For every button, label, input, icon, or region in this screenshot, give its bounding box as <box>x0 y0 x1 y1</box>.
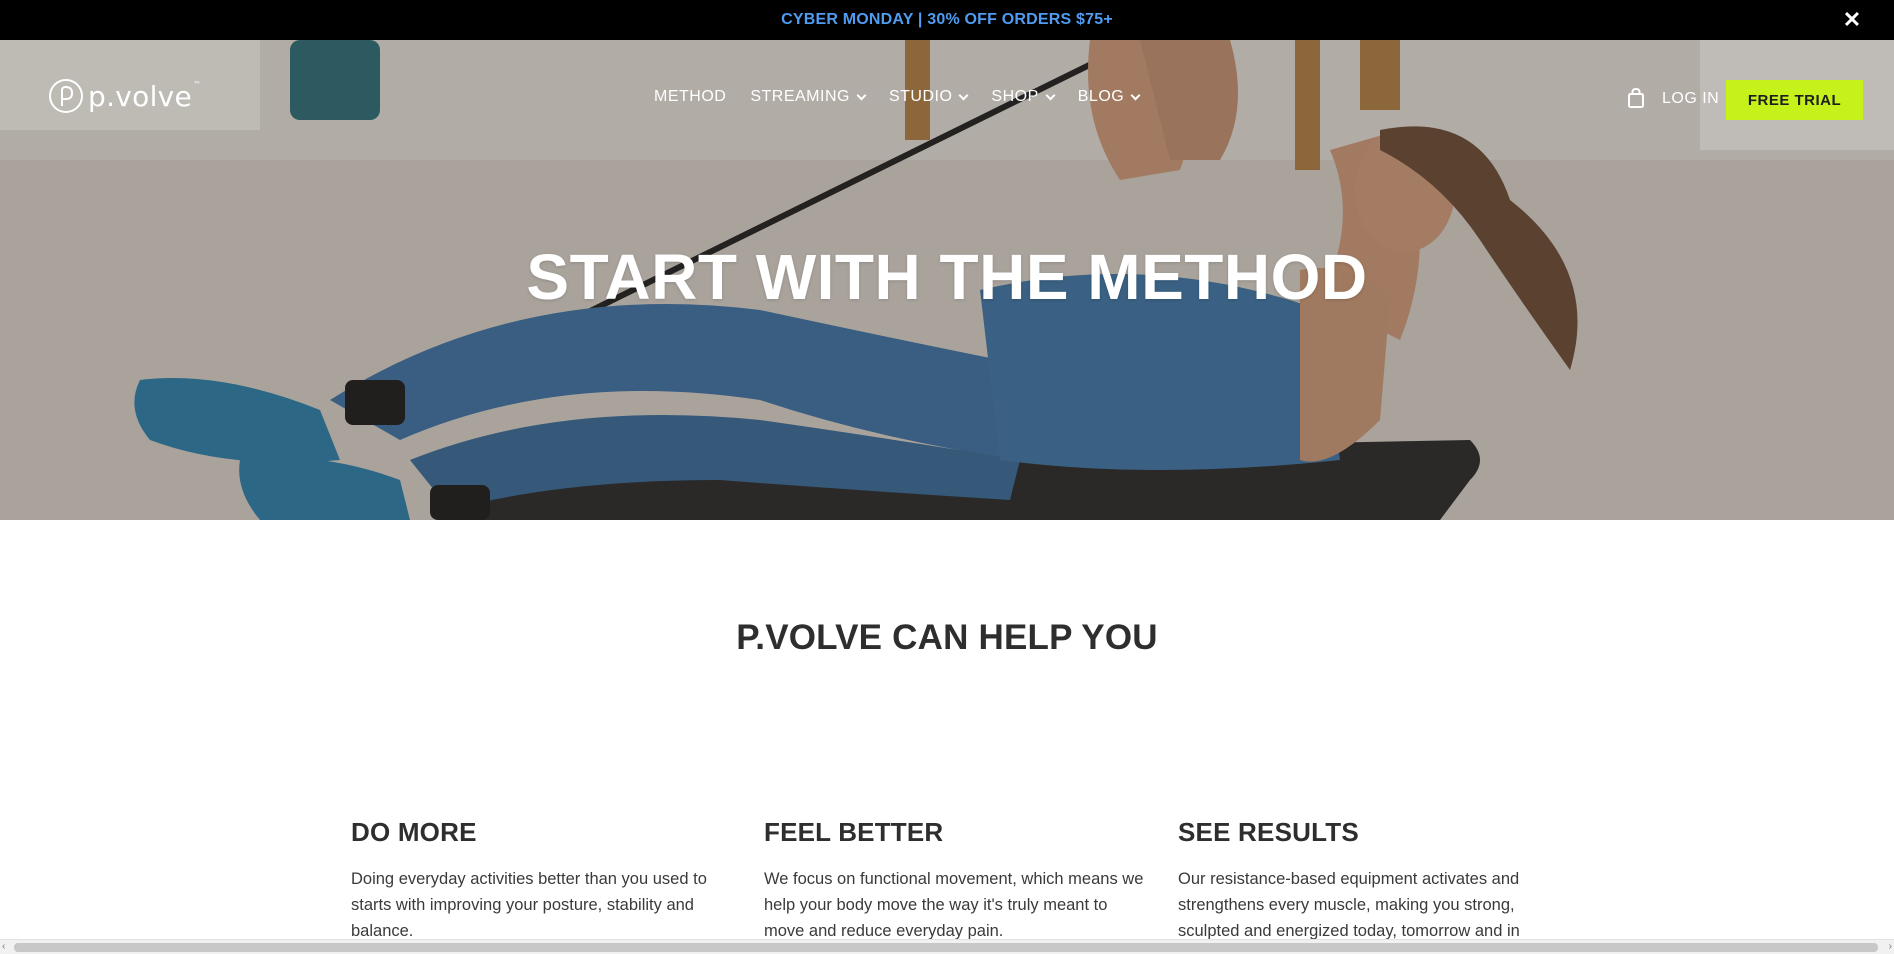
shopping-bag-icon[interactable] <box>1628 88 1644 108</box>
nav-studio[interactable]: STUDIO <box>888 88 969 106</box>
nav-blog-label: BLOG <box>1077 88 1125 105</box>
nav-shop[interactable]: SHOP <box>991 88 1056 106</box>
promo-bar: CYBER MONDAY | 30% OFF ORDERS $75+ ✕ <box>0 0 1894 40</box>
scroll-left-icon[interactable]: ‹ <box>2 942 12 952</box>
feature-heading: SEE RESULTS <box>1178 817 1359 847</box>
nav-streaming[interactable]: STREAMING <box>750 88 867 106</box>
feature-do-more: DO MORE Doing everyday activities better… <box>351 817 731 944</box>
chevron-down-icon <box>958 90 969 100</box>
feature-heading: DO MORE <box>351 817 477 847</box>
nav-method-label: METHOD <box>654 88 727 105</box>
hero-title: START WITH THE METHOD <box>526 241 1368 313</box>
chevron-down-icon <box>1045 90 1056 100</box>
chevron-down-icon <box>856 90 867 100</box>
login-link[interactable]: LOG IN <box>1662 90 1719 108</box>
main-nav: METHOD STREAMING STUDIO SHOP BLOG <box>654 88 1163 106</box>
feature-see-results: SEE RESULTS Our resistance-based equipme… <box>1178 817 1558 944</box>
nav-streaming-label: STREAMING <box>750 88 850 105</box>
promo-text[interactable]: CYBER MONDAY | 30% OFF ORDERS $75+ <box>781 11 1113 29</box>
feature-text: We focus on functional movement, which m… <box>764 870 1144 940</box>
scrollbar-thumb[interactable] <box>14 943 1878 952</box>
close-icon[interactable]: ✕ <box>1840 8 1864 32</box>
feature-text: Doing everyday activities better than yo… <box>351 870 707 940</box>
chevron-down-icon <box>1130 90 1141 100</box>
nav-blog[interactable]: BLOG <box>1077 88 1141 106</box>
feature-heading: FEEL BETTER <box>764 817 944 847</box>
free-trial-button[interactable]: FREE TRIAL <box>1726 80 1863 120</box>
feature-text: Our resistance-based equipment activates… <box>1178 870 1520 940</box>
nav-method[interactable]: METHOD <box>654 88 726 106</box>
section-title: P.VOLVE CAN HELP YOU <box>736 618 1158 657</box>
page: CYBER MONDAY | 30% OFF ORDERS $75+ ✕ p.v… <box>0 0 1894 954</box>
logo-text: p.volve™ <box>88 79 202 113</box>
logo-icon <box>49 79 83 113</box>
feature-feel-better: FEEL BETTER We focus on functional movem… <box>764 817 1144 944</box>
scroll-right-icon[interactable]: › <box>1882 942 1892 952</box>
logo[interactable]: p.volve™ <box>48 78 201 114</box>
nav-shop-label: SHOP <box>991 88 1039 105</box>
horizontal-scrollbar[interactable]: ‹ › <box>0 939 1894 954</box>
nav-studio-label: STUDIO <box>888 88 953 105</box>
